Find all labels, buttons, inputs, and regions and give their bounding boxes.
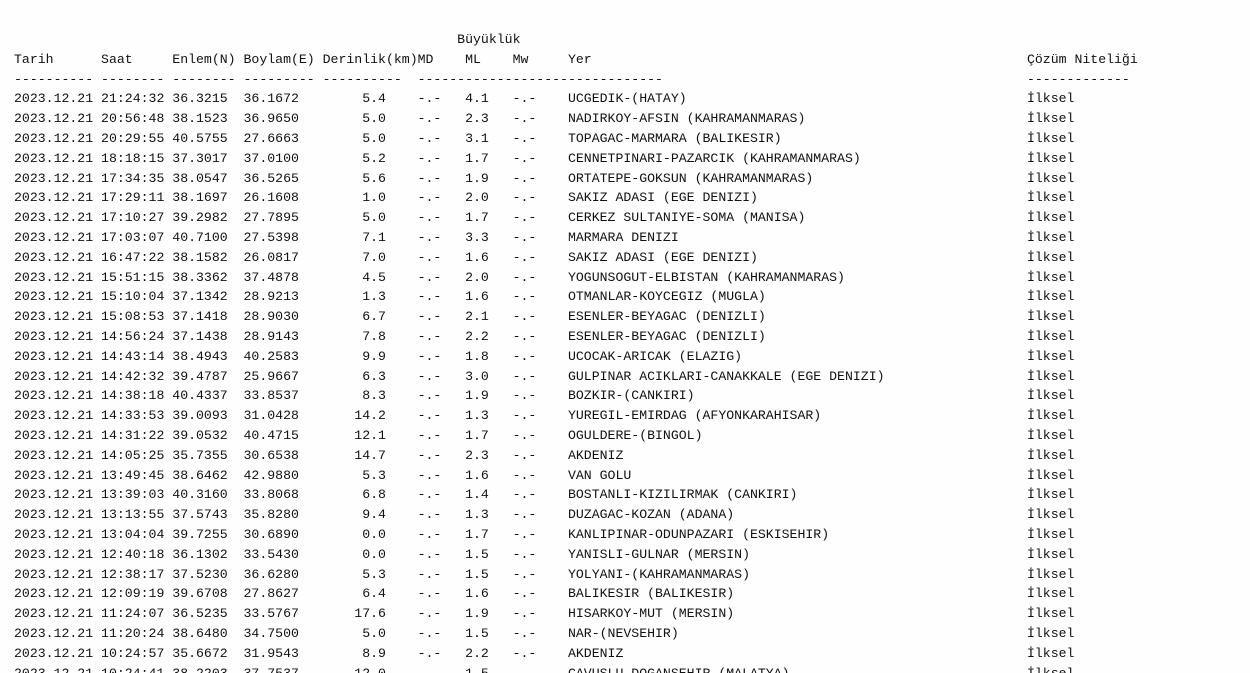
earthquake-list: Büyüklük Tarih Saat Enlem(N) Boylam(E) D… (0, 30, 1250, 673)
